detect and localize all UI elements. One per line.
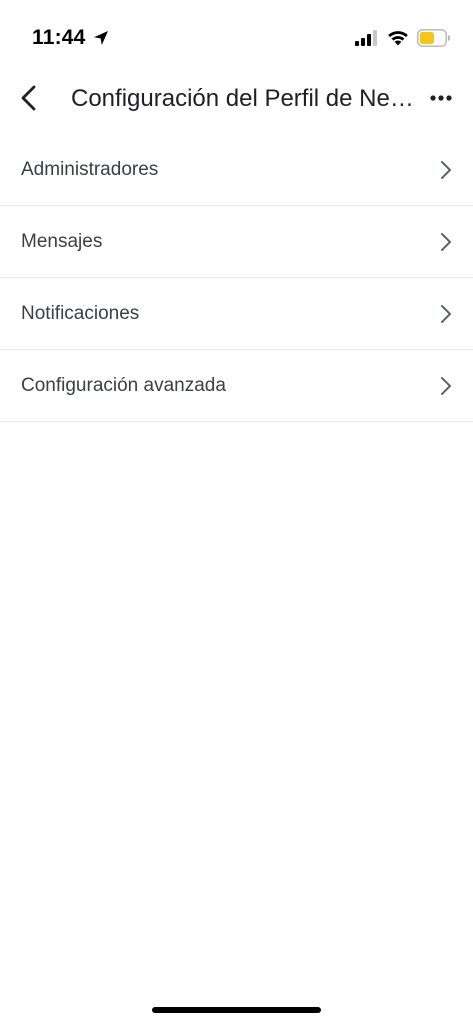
chevron-right-icon: [441, 376, 451, 395]
screen: 11:44 Configuración del Perfil de Negoci…: [0, 0, 473, 1024]
settings-list: Administradores Mensajes Notificaciones …: [0, 134, 473, 422]
more-horizontal-icon: [430, 95, 452, 101]
status-time: 11:44: [32, 26, 86, 49]
list-item-label: Administradores: [21, 158, 159, 180]
list-item-mensajes[interactable]: Mensajes: [0, 206, 473, 278]
cellular-signal-icon: [355, 30, 377, 46]
location-arrow-icon: [93, 31, 108, 45]
list-item-administradores[interactable]: Administradores: [0, 134, 473, 206]
list-item-notificaciones[interactable]: Notificaciones: [0, 278, 473, 350]
chevron-right-icon: [441, 232, 451, 251]
wifi-icon: [388, 31, 408, 46]
page-title: Configuración del Perfil de Negocio: [71, 85, 415, 112]
list-item-label: Mensajes: [21, 230, 103, 252]
app-bar: Configuración del Perfil de Negocio: [0, 72, 473, 128]
chevron-right-icon: [441, 304, 451, 323]
chevron-right-icon: [441, 160, 451, 179]
chevron-left-icon: [21, 85, 36, 111]
back-button[interactable]: [10, 78, 46, 118]
home-indicator[interactable]: [152, 1007, 321, 1013]
more-options-button[interactable]: [423, 80, 459, 116]
status-time-group: 11:44: [32, 24, 110, 52]
status-indicators: [355, 26, 451, 50]
battery-icon: [417, 29, 450, 47]
list-item-configuracion-avanzada[interactable]: Configuración avanzada: [0, 350, 473, 422]
list-item-label: Configuración avanzada: [21, 374, 226, 396]
list-item-label: Notificaciones: [21, 302, 140, 324]
status-bar: 11:44: [0, 0, 473, 72]
